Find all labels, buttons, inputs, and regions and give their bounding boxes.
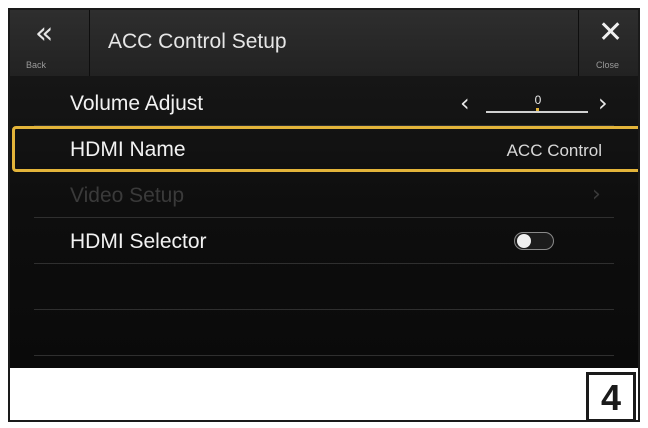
row-divider xyxy=(34,355,614,356)
hdmi-selector-row: HDMI Selector xyxy=(10,218,638,264)
close-icon: ✕ xyxy=(598,15,624,50)
toggle-knob xyxy=(517,234,531,248)
close-label: Close xyxy=(596,60,620,70)
hdmi-selector-label: HDMI Selector xyxy=(70,230,207,253)
back-button[interactable]: « Back xyxy=(10,10,90,76)
volume-slider-marker xyxy=(536,108,539,111)
volume-decrease-button[interactable]: ‹ xyxy=(460,89,470,117)
header-bar: « Back ACC Control Setup ✕ Close xyxy=(10,10,638,76)
chevron-right-icon: › xyxy=(592,182,601,207)
volume-adjust-label: Volume Adjust xyxy=(70,92,204,115)
close-button[interactable]: ✕ Close xyxy=(578,10,638,76)
step-number-badge: 4 xyxy=(586,372,636,422)
volume-value: 0 xyxy=(534,93,542,107)
back-label: Back xyxy=(26,60,47,70)
volume-adjust-row: Volume Adjust ‹ 0 › xyxy=(10,80,638,126)
volume-slider-track[interactable] xyxy=(486,108,588,113)
page-title: ACC Control Setup xyxy=(108,30,287,53)
step-number: 4 xyxy=(600,377,622,418)
hdmi-selector-toggle[interactable] xyxy=(514,232,554,250)
volume-increase-button[interactable]: › xyxy=(598,89,608,117)
video-setup-label: Video Setup xyxy=(70,184,185,207)
empty-row xyxy=(10,310,638,356)
double-chevron-left-icon: « xyxy=(35,16,54,51)
video-setup-row: Video Setup › xyxy=(10,172,638,218)
empty-row xyxy=(10,264,638,310)
selection-highlight xyxy=(12,126,638,172)
head-unit-screen: « Back ACC Control Setup ✕ Close Volume … xyxy=(10,10,638,368)
